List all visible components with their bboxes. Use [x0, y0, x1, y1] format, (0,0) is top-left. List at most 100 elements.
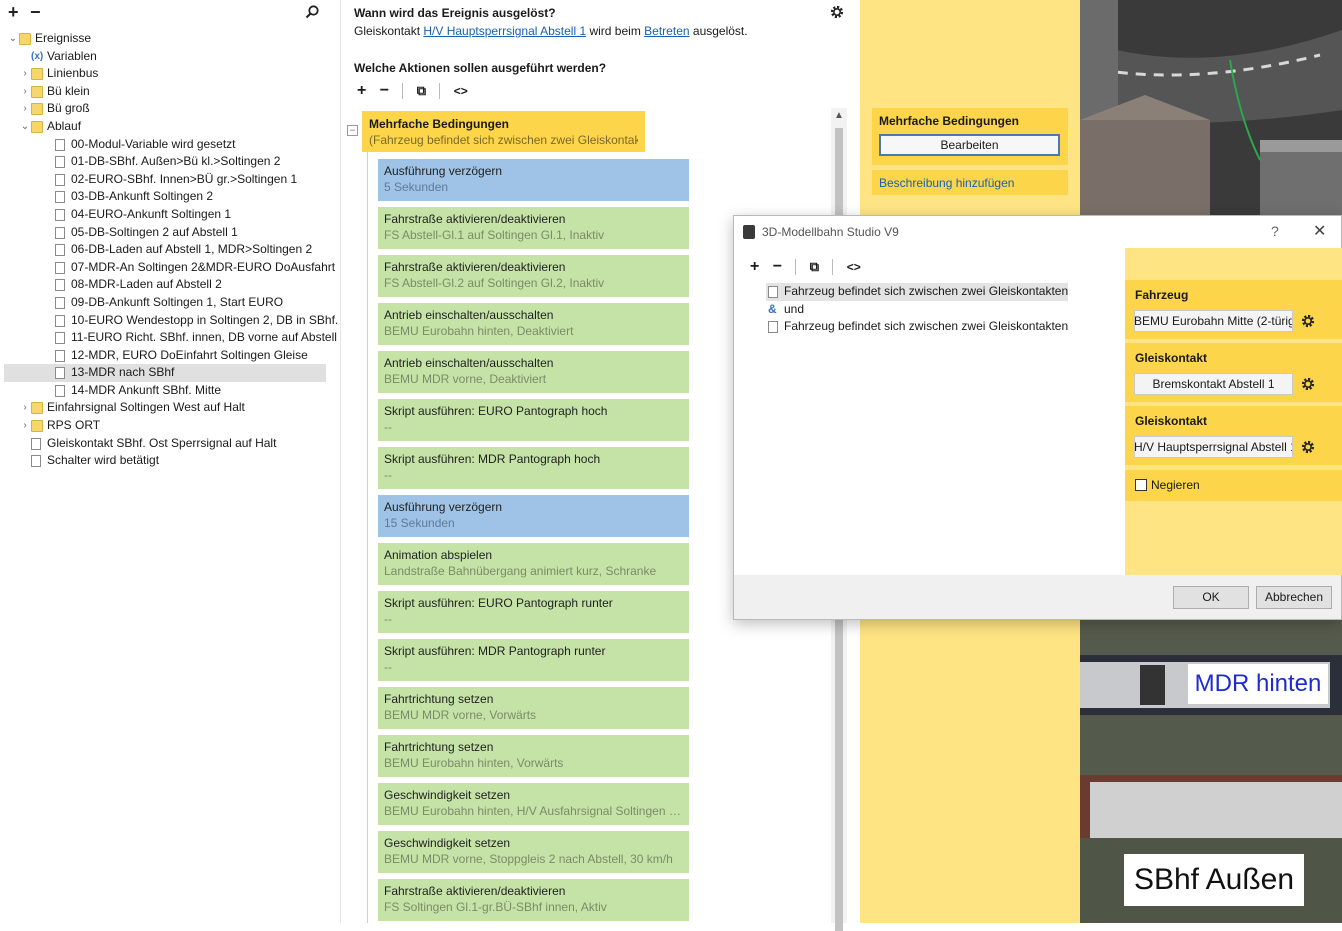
tree-item[interactable]: › RPS ORT — [0, 417, 340, 435]
action-card[interactable]: Ausführung verzögern 15 Sekunden — [378, 495, 689, 537]
copy-icon[interactable]: ⧉ — [417, 83, 426, 99]
action-card[interactable]: Fahrtrichtung setzen BEMU Eurobahn hinten… — [378, 735, 689, 777]
action-card[interactable]: Skript ausführen: MDR Pantograph hoch -- — [378, 447, 689, 489]
code-icon[interactable]: <> — [454, 84, 468, 98]
collapse-toggle[interactable]: − — [347, 125, 358, 136]
ok-button[interactable]: OK — [1173, 586, 1249, 609]
tree-item[interactable]: 04-EURO-Ankunft Soltingen 1 — [0, 206, 340, 224]
action-card[interactable]: Fahrstraße aktivieren/deaktivieren FS Abs… — [378, 207, 689, 249]
tree-item-label: 02-EURO-SBhf. Innen>BÜ gr.>Soltingen 1 — [71, 171, 298, 186]
cancel-button[interactable]: Abbrechen — [1256, 586, 1332, 609]
tree-item[interactable]: 03-DB-Ankunft Soltingen 2 — [0, 188, 340, 206]
contact2-field[interactable]: H/V Hauptsperrsignal Abstell 1 — [1134, 436, 1293, 458]
action-card[interactable]: Antrieb einschalten/ausschalten BEMU MDR … — [378, 351, 689, 393]
action-card[interactable]: Fahrstraße aktivieren/deaktivieren FS Abs… — [378, 255, 689, 297]
contact1-field[interactable]: Bremskontakt Abstell 1 — [1134, 373, 1293, 395]
gear-icon[interactable] — [1300, 376, 1316, 392]
dialog-footer: OK Abbrechen — [734, 575, 1341, 619]
tree-item[interactable]: › Einfahrsignal Soltingen West auf Halt — [0, 399, 340, 417]
and-operator[interactable]: & und — [766, 301, 1068, 319]
remove-condition-button[interactable]: − — [773, 258, 782, 276]
add-condition-button[interactable]: + — [750, 258, 759, 276]
tree-item[interactable]: 08-MDR-Laden auf Abstell 2 — [0, 276, 340, 294]
search-icon[interactable] — [304, 4, 320, 20]
tree-item[interactable]: 10-EURO Wendestopp in Soltingen 2, DB in… — [0, 312, 340, 330]
gear-icon[interactable] — [1300, 313, 1316, 329]
tree-item[interactable]: 02-EURO-SBhf. Innen>BÜ gr.>Soltingen 1 — [0, 171, 340, 189]
help-button[interactable]: ? — [1271, 223, 1279, 239]
chevron-down-icon[interactable]: ⌄ — [20, 118, 30, 136]
action-card[interactable]: Fahrtrichtung setzen BEMU MDR vorne, Vorw… — [378, 687, 689, 729]
action-detail: -- — [384, 468, 392, 482]
event-tree-panel: + − ⌄ Ereignisse (x) Variablen › Linienbus › Bü… — [0, 0, 347, 923]
tree-item[interactable]: ⌄ Ereignisse — [0, 30, 340, 48]
chevron-right-icon[interactable]: › — [20, 65, 30, 83]
add-description-link[interactable]: Beschreibung hinzufügen — [872, 170, 1068, 195]
tree-item[interactable]: › Bü groß — [0, 100, 340, 118]
action-detail: BEMU Eurobahn hinten, Deaktiviert — [384, 324, 574, 338]
action-card[interactable]: Animation abspielen Landstraße Bahnüberga… — [378, 543, 689, 585]
remove-button[interactable]: − — [30, 2, 41, 22]
remove-action-button[interactable]: − — [380, 82, 389, 100]
contact1-box: Gleiskontakt Bremskontakt Abstell 1 — [1125, 343, 1342, 402]
action-title: Animation abspielen — [384, 548, 493, 562]
gear-icon[interactable] — [1300, 439, 1316, 455]
action-detail: 5 Sekunden — [384, 180, 449, 194]
action-card[interactable]: Geschwindigkeit setzen BEMU MDR vorne, St… — [378, 831, 689, 873]
tree-item[interactable]: 07-MDR-An Soltingen 2&MDR-EURO DoAusfahr… — [0, 259, 340, 277]
tree-item[interactable]: 06-DB-Laden auf Abstell 1, MDR>Soltingen… — [0, 241, 340, 259]
tree-item[interactable]: 13-MDR nach SBhf — [4, 364, 326, 382]
tree-item[interactable]: 14-MDR Ankunft SBhf. Mitte — [0, 382, 340, 400]
condition-label: und — [784, 301, 805, 316]
gear-icon[interactable] — [829, 4, 845, 20]
tree-item[interactable]: › Linienbus — [0, 65, 340, 83]
tree-item[interactable]: › Bü klein — [0, 83, 340, 101]
document-icon — [55, 332, 65, 345]
trigger-contact-link[interactable]: H/V Hauptsperrsignal Abstell 1 — [423, 24, 586, 38]
tree-item[interactable]: 01-DB-SBhf. Außen>Bü kl.>Soltingen 2 — [0, 153, 340, 171]
condition-item[interactable]: Fahrzeug befindet sich zwischen zwei Gle… — [766, 318, 1068, 336]
scroll-up-icon[interactable]: ▲ — [834, 110, 844, 121]
add-action-button[interactable]: + — [357, 82, 366, 100]
tree-item[interactable]: ⌄ Ablauf — [0, 118, 340, 136]
tree-connector-line — [367, 152, 368, 923]
action-detail: BEMU MDR vorne, Deaktiviert — [384, 372, 547, 386]
code-icon[interactable]: <> — [847, 260, 861, 274]
action-card[interactable]: Fahrstraße aktivieren/deaktivieren FS Sol… — [378, 879, 689, 921]
tree-item[interactable]: 12-MDR, EURO DoEinfahrt Soltingen Gleise — [0, 347, 340, 365]
action-card[interactable]: Antrieb einschalten/ausschalten BEMU Euro… — [378, 303, 689, 345]
chevron-down-icon[interactable]: ⌄ — [8, 30, 18, 48]
action-card[interactable]: Skript ausführen: MDR Pantograph runter -… — [378, 639, 689, 681]
chevron-right-icon[interactable]: › — [20, 100, 30, 118]
tree-item[interactable]: 09-DB-Ankunft Soltingen 1, Start EURO — [0, 294, 340, 312]
action-card[interactable]: Geschwindigkeit setzen BEMU Eurobahn hint… — [378, 783, 689, 825]
negate-checkbox[interactable] — [1135, 479, 1147, 491]
vehicle-label: Fahrzeug — [1135, 288, 1189, 302]
add-button[interactable]: + — [8, 2, 19, 22]
multi-condition-block[interactable]: Mehrfache Bedingungen (Fahrzeug befindet… — [362, 111, 645, 152]
close-icon[interactable]: ✕ — [1313, 221, 1326, 241]
tree-item[interactable]: 11-EURO Richt. SBhf. innen, DB vorne auf… — [0, 329, 347, 347]
condition-item[interactable]: Fahrzeug befindet sich zwischen zwei Gle… — [766, 283, 1069, 301]
tree-item[interactable]: Schalter wird betätigt — [0, 452, 340, 470]
tree-item[interactable]: (x) Variablen — [0, 48, 340, 66]
action-card[interactable]: Ausführung verzögern 5 Sekunden — [378, 159, 689, 201]
tree-item-label: 08-MDR-Laden auf Abstell 2 — [71, 277, 222, 292]
copy-icon[interactable]: ⧉ — [810, 259, 819, 275]
variable-icon: (x) — [31, 50, 44, 62]
chevron-right-icon[interactable]: › — [20, 399, 30, 417]
tree-item[interactable]: 05-DB-Soltingen 2 auf Abstell 1 — [0, 224, 340, 242]
negate-label: Negieren — [1151, 478, 1200, 492]
chevron-right-icon[interactable]: › — [20, 417, 30, 435]
tree-item-label: 11-EURO Richt. SBhf. innen, DB vorne auf… — [71, 330, 347, 345]
trigger-mode-link[interactable]: Betreten — [644, 24, 689, 38]
action-card[interactable]: Skript ausführen: EURO Pantograph runter… — [378, 591, 689, 633]
tree-item[interactable]: 00-Modul-Variable wird gesetzt — [0, 136, 340, 154]
tree-item[interactable]: Gleiskontakt SBhf. Ost Sperrsignal auf H… — [0, 435, 340, 453]
action-card[interactable]: Skript ausführen: EURO Pantograph hoch -- — [378, 399, 689, 441]
chevron-right-icon[interactable]: › — [20, 83, 30, 101]
edit-button[interactable]: Bearbeiten — [879, 134, 1060, 156]
action-detail: FS Abstell-Gl.2 auf Soltingen Gl.2, Inak… — [384, 276, 605, 290]
vehicle-field[interactable]: BEMU Eurobahn Mitte (2-türig) — [1134, 310, 1293, 332]
folder-icon — [31, 120, 43, 133]
